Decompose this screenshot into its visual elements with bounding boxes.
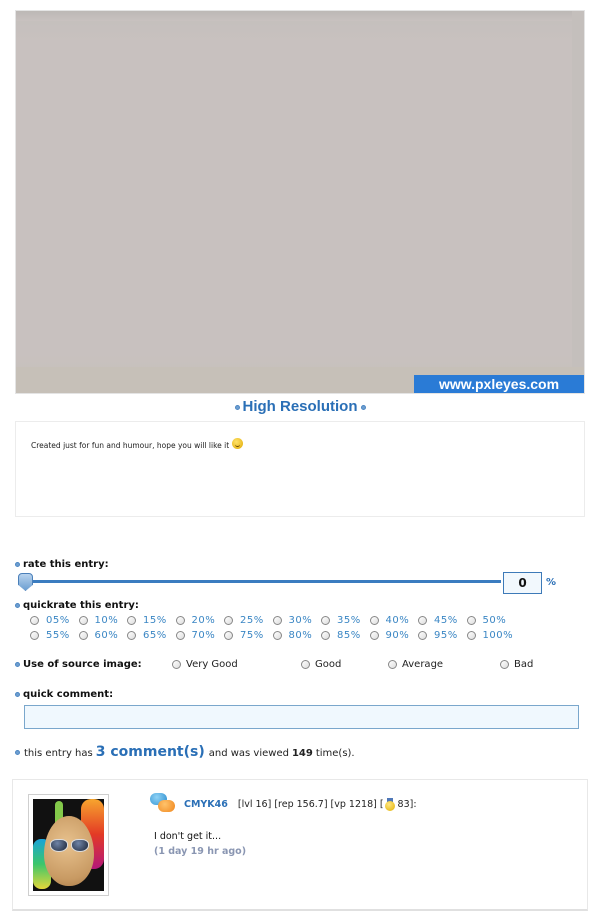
entry-image[interactable]: www.pxleyes.com bbox=[15, 10, 585, 394]
medal-icon bbox=[384, 797, 395, 811]
comment-text: I don't get it... bbox=[154, 831, 222, 842]
view-count: 149 bbox=[291, 748, 313, 759]
quickrate-option[interactable]: 75% bbox=[224, 630, 273, 641]
quickrate-option[interactable]: 70% bbox=[175, 630, 225, 641]
avatar[interactable] bbox=[33, 799, 104, 891]
bullet-icon bbox=[234, 404, 240, 410]
source-option-average[interactable]: Average bbox=[388, 659, 443, 670]
radio-button[interactable] bbox=[321, 631, 330, 640]
quickrate-options: 05% 10% 15% 20% 25% 30% 35% 40% 45% 50% … bbox=[30, 613, 590, 643]
radio-button[interactable] bbox=[30, 631, 39, 640]
radio-button[interactable] bbox=[388, 660, 397, 669]
rating-slider-handle[interactable] bbox=[18, 573, 33, 591]
radio-button[interactable] bbox=[321, 616, 330, 625]
quickrate-option[interactable]: 55% bbox=[30, 630, 79, 641]
radio-button[interactable] bbox=[466, 616, 476, 625]
source-option-good[interactable]: Good bbox=[301, 659, 341, 670]
quickrate-row: 55% 60% 65% 70% 75% 80% 85% 90% 95% 100% bbox=[30, 628, 590, 643]
medal-count: 83]: bbox=[397, 798, 417, 810]
radio-button[interactable] bbox=[78, 631, 88, 640]
comment-user-meta: [lvl 16] [rep 156.7] [vp 1218] [ bbox=[237, 798, 384, 810]
image-shade bbox=[16, 11, 584, 21]
comment-header: CMYK46 [lvl 16] [rep 156.7] [vp 1218] [ 8… bbox=[150, 793, 417, 815]
radio-button[interactable] bbox=[369, 616, 379, 625]
radio-button[interactable] bbox=[369, 631, 379, 640]
quickrate-label: quickrate this entry: bbox=[15, 600, 139, 611]
radio-button[interactable] bbox=[500, 660, 509, 669]
radio-button[interactable] bbox=[418, 616, 427, 625]
quickrate-option[interactable]: 100% bbox=[466, 630, 516, 641]
quickrate-option[interactable]: 25% bbox=[224, 615, 273, 626]
radio-button[interactable] bbox=[418, 631, 427, 640]
rate-entry-label: rate this entry: bbox=[15, 559, 109, 570]
quick-comment-label: quick comment: bbox=[15, 689, 113, 700]
bullet-icon bbox=[15, 749, 20, 755]
high-resolution-link[interactable]: High Resolution bbox=[243, 398, 358, 415]
quickrate-option[interactable]: 85% bbox=[321, 630, 370, 641]
bullet-icon bbox=[15, 691, 20, 697]
comment-item: CMYK46 [lvl 16] [rep 156.7] [vp 1218] [ 8… bbox=[12, 779, 588, 911]
quickrate-option[interactable]: 65% bbox=[127, 630, 176, 641]
radio-button[interactable] bbox=[175, 616, 185, 625]
quickrate-row: 05% 10% 15% 20% 25% 30% 35% 40% 45% 50% bbox=[30, 613, 590, 628]
radio-button[interactable] bbox=[127, 616, 136, 625]
image-shade-right bbox=[572, 11, 584, 393]
avatar-frame[interactable] bbox=[28, 794, 109, 896]
radio-button[interactable] bbox=[127, 631, 136, 640]
entry-stats: this entry has 3 comment(s) and was view… bbox=[15, 744, 355, 760]
radio-button[interactable] bbox=[224, 631, 233, 640]
radio-button[interactable] bbox=[466, 631, 476, 640]
radio-button[interactable] bbox=[30, 616, 39, 625]
chat-bubbles-icon bbox=[150, 793, 176, 815]
wink-smiley-icon bbox=[231, 438, 243, 449]
avatar-egg-face bbox=[44, 816, 94, 886]
comments-link[interactable]: 3 comment(s) bbox=[96, 744, 205, 760]
rating-slider-track[interactable] bbox=[24, 580, 501, 583]
quickrate-option[interactable]: 80% bbox=[272, 630, 322, 641]
quickrate-option[interactable]: 15% bbox=[127, 615, 176, 626]
description-text: Created just for fun and humour, hope yo… bbox=[31, 441, 230, 450]
radio-button[interactable] bbox=[224, 616, 233, 625]
comment-username[interactable]: CMYK46 bbox=[184, 799, 228, 810]
bullet-icon bbox=[360, 404, 366, 410]
watermark: www.pxleyes.com bbox=[414, 375, 584, 393]
avatar-sunglasses-lens bbox=[50, 839, 68, 852]
quickrate-option[interactable]: 95% bbox=[418, 630, 467, 641]
radio-button[interactable] bbox=[301, 660, 310, 669]
rating-value-field[interactable]: 0 bbox=[503, 572, 542, 594]
quickrate-option[interactable]: 30% bbox=[272, 615, 322, 626]
quick-comment-input[interactable] bbox=[24, 705, 579, 729]
source-option-bad[interactable]: Bad bbox=[500, 659, 533, 670]
radio-button[interactable] bbox=[272, 616, 282, 625]
radio-button[interactable] bbox=[272, 631, 282, 640]
comment-time: (1 day 19 hr ago) bbox=[154, 846, 247, 857]
bullet-icon bbox=[15, 561, 20, 567]
entry-description: Created just for fun and humour, hope yo… bbox=[15, 421, 585, 517]
percent-sign: % bbox=[546, 577, 557, 588]
avatar-sunglasses-lens bbox=[71, 839, 89, 852]
high-resolution-row: High Resolution bbox=[0, 398, 600, 415]
quickrate-option[interactable]: 20% bbox=[175, 615, 225, 626]
source-usage-options: Very Good Good Average Bad bbox=[0, 659, 600, 673]
radio-button[interactable] bbox=[172, 660, 181, 669]
quickrate-option[interactable]: 05% bbox=[30, 615, 79, 626]
radio-button[interactable] bbox=[78, 616, 88, 625]
quickrate-option[interactable]: 35% bbox=[321, 615, 370, 626]
bullet-icon bbox=[15, 602, 20, 608]
quickrate-option[interactable]: 10% bbox=[78, 615, 128, 626]
source-option-very-good[interactable]: Very Good bbox=[172, 659, 238, 670]
radio-button[interactable] bbox=[175, 631, 185, 640]
quickrate-option[interactable]: 40% bbox=[369, 615, 419, 626]
quickrate-option[interactable]: 60% bbox=[78, 630, 128, 641]
quickrate-option[interactable]: 50% bbox=[466, 615, 516, 626]
quickrate-option[interactable]: 90% bbox=[369, 630, 419, 641]
quickrate-option[interactable]: 45% bbox=[418, 615, 467, 626]
